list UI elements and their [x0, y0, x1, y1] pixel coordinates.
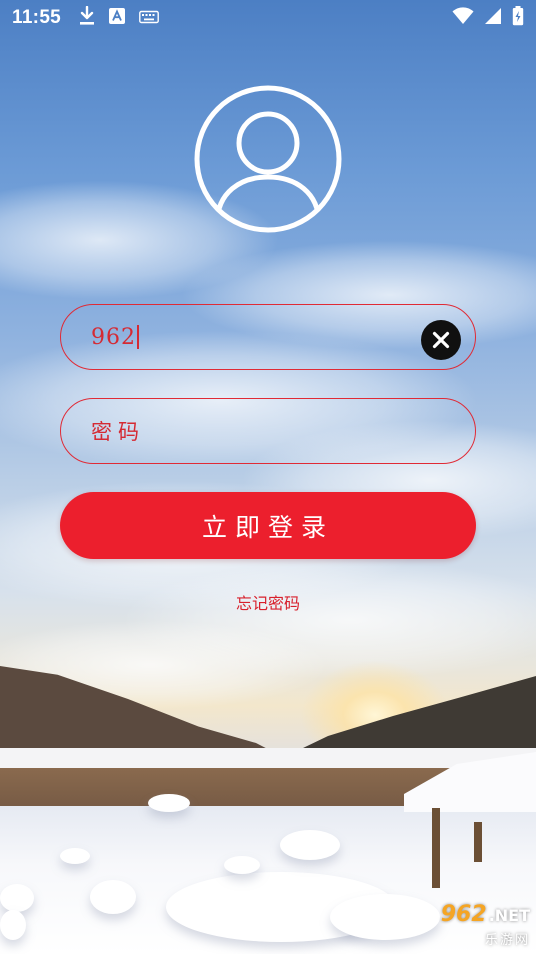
username-field[interactable]: 962 — [60, 304, 476, 370]
watermark-brand-num: 962 — [440, 902, 487, 927]
text-cursor — [137, 325, 139, 349]
username-value: 962 — [91, 324, 136, 350]
login-button[interactable]: 立即登录 — [60, 492, 476, 559]
battery-charging-icon — [512, 6, 524, 30]
status-system-icons — [452, 6, 524, 30]
wifi-icon — [452, 7, 474, 29]
watermark-logo: 962 .NET — [441, 904, 530, 927]
keyboard-icon — [139, 9, 159, 28]
signal-icon — [484, 7, 502, 29]
status-bar: 11:55 — [0, 0, 536, 36]
a-notification-icon — [109, 8, 126, 28]
password-placeholder: 密码 — [91, 420, 145, 444]
download-icon — [79, 5, 95, 30]
password-field[interactable]: 密码 — [60, 398, 476, 464]
status-time: 11:55 — [12, 7, 62, 28]
status-notification-icons — [79, 5, 159, 30]
user-avatar-icon — [193, 84, 343, 234]
clear-icon[interactable] — [421, 320, 461, 360]
watermark-brand-suffix: .NET — [488, 906, 530, 925]
site-watermark: 962 .NET 乐游网 — [398, 904, 530, 949]
forgot-password-label[interactable]: 忘记密码 — [236, 594, 300, 613]
forgot-password-link: 忘记密码 — [0, 590, 536, 614]
watermark-site-name: 乐游网 — [484, 933, 530, 948]
